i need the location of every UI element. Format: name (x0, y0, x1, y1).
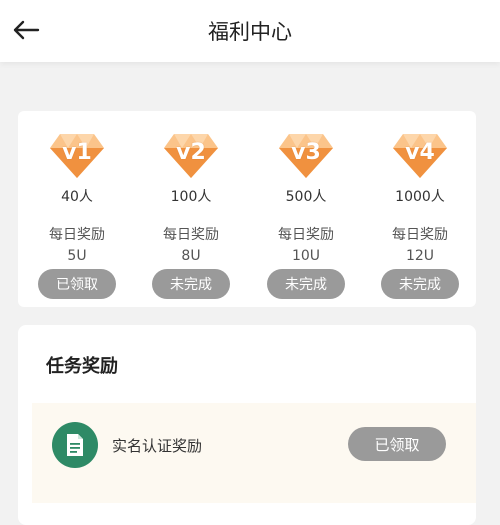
diamond-icon: v3 (277, 132, 335, 180)
level-daily-label: 每日奖励 (278, 227, 334, 243)
diamond-icon: v1 (48, 132, 106, 180)
page-title: 福利中心 (208, 20, 292, 44)
level-item-v3: v3 500人 每日奖励 10U 未完成 (249, 111, 363, 307)
task-section-title: 任务奖励 (46, 356, 118, 377)
level-badge: v1 (62, 140, 92, 165)
level-reward-amount: 10U (291, 248, 321, 264)
level-badge: v4 (405, 140, 435, 165)
level-member-count: 500人 (285, 189, 327, 205)
level-member-count: 1000人 (395, 189, 445, 205)
level-reward-amount: 5U (67, 248, 87, 264)
task-claim-button[interactable]: 已领取 (348, 427, 446, 461)
level-badge: v2 (176, 140, 206, 165)
level-claim-button[interactable]: 未完成 (152, 269, 230, 299)
level-member-count: 100人 (170, 189, 212, 205)
level-daily-label: 每日奖励 (49, 227, 105, 243)
level-claim-button[interactable]: 未完成 (267, 269, 345, 299)
diamond-icon: v4 (391, 132, 449, 180)
top-bar: 福利中心 (0, 0, 500, 62)
level-reward-amount: 8U (181, 248, 201, 264)
task-item: 实名认证奖励 已领取 (32, 403, 476, 503)
task-name: 实名认证奖励 (112, 437, 203, 455)
level-daily-label: 每日奖励 (392, 227, 448, 243)
document-icon (52, 422, 98, 468)
level-badge: v3 (291, 140, 321, 165)
task-rewards-card: 任务奖励 实名认证奖励 已领取 (18, 325, 476, 525)
level-member-count: 40人 (61, 189, 93, 205)
level-reward-amount: 12U (405, 248, 435, 264)
level-claim-button[interactable]: 已领取 (38, 269, 116, 299)
level-item-v4: v4 1000人 每日奖励 12U 未完成 (363, 111, 477, 307)
diamond-icon: v2 (162, 132, 220, 180)
level-daily-label: 每日奖励 (163, 227, 219, 243)
level-item-v2: v2 100人 每日奖励 8U 未完成 (134, 111, 248, 307)
level-item-v1: v1 40人 每日奖励 5U 已领取 (20, 111, 134, 307)
vip-levels-card: v1 40人 每日奖励 5U 已领取 v2 100人 每日奖励 8U 未完成 v… (18, 111, 476, 307)
level-claim-button[interactable]: 未完成 (381, 269, 459, 299)
